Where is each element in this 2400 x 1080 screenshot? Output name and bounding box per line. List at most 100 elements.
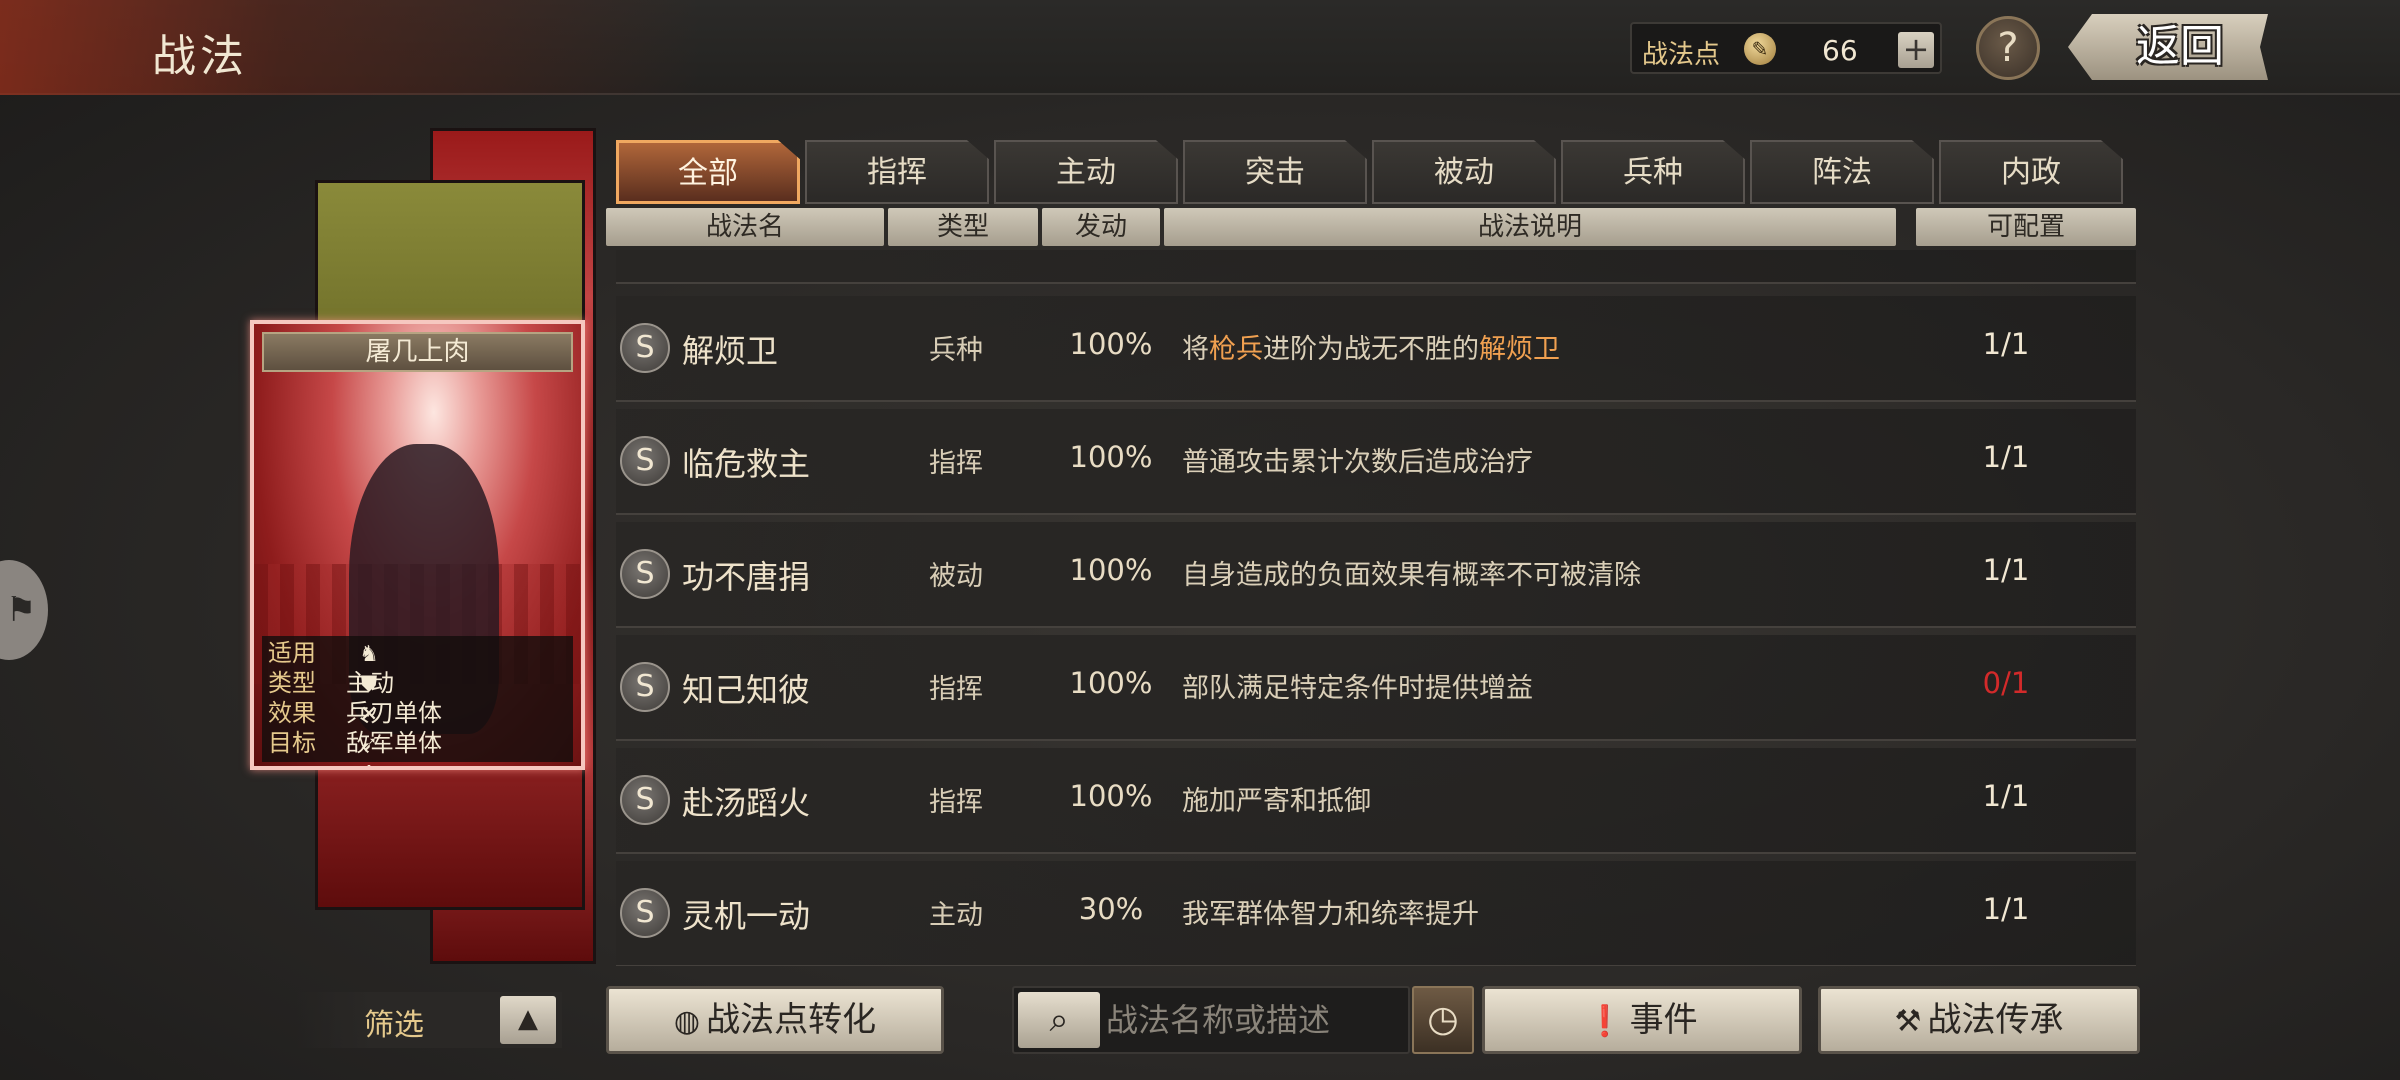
tab-all[interactable]: 全部 [616, 140, 800, 204]
info-value: 敌军单体 [346, 729, 442, 757]
skill-points-value: 66 [1822, 34, 1858, 67]
grade-badge: S [620, 549, 670, 599]
swirl-icon: ◍ [673, 1004, 701, 1039]
siege-icon: ✲ [354, 762, 384, 766]
skill-name: 功不唐捐 [682, 558, 811, 596]
column-header-rate[interactable]: 发动 [1042, 208, 1160, 246]
tab-passive[interactable]: 被动 [1372, 140, 1556, 204]
skill-rate: 100% [1069, 440, 1153, 474]
grade-badge: S [620, 775, 670, 825]
skill-name: 知己知彼 [682, 671, 811, 709]
title-glow [0, 0, 700, 95]
card-skill-name: 屠几上肉 [262, 332, 573, 372]
search-input[interactable] [1106, 992, 1406, 1048]
skill-inherit-button[interactable]: ⚒ 战法传承 [1818, 986, 2140, 1054]
card-info-effect: 效果 兵刃单体 [268, 698, 442, 728]
skill-rate: 100% [1069, 666, 1153, 700]
skill-points-label: 战法点 [1642, 40, 1721, 70]
skill-name: 灵机一动 [682, 897, 811, 935]
selected-skill-card[interactable]: 屠几上肉 适用 ♞⛊✕➶✲ 类型 主动 效果 兵刃单体 目标 敌军单体 [250, 320, 585, 770]
back-button-label[interactable]: 返回 [2120, 14, 2240, 80]
filter-toggle-button[interactable]: ▲ [500, 996, 556, 1044]
info-key: 类型 [268, 669, 316, 697]
info-key: 适用 [268, 639, 316, 667]
events-label: 事件 [1629, 1000, 1698, 1040]
history-button[interactable]: ◷ [1412, 986, 1474, 1054]
card-info-target: 目标 敌军单体 [268, 728, 442, 758]
card-info-panel: 适用 ♞⛊✕➶✲ 类型 主动 效果 兵刃单体 目标 敌军单体 [262, 636, 573, 766]
hammer-icon: ⚒ [1894, 1004, 1922, 1039]
convert-points-button[interactable]: ◍ 战法点转化 [606, 986, 944, 1054]
table-row[interactable]: S 赴汤蹈火 指挥 100% 施加严寄和抵御 1/1 [616, 748, 2136, 854]
skill-description: 部队满足特定条件时提供增益 [1182, 673, 1533, 704]
skill-name: 赴汤蹈火 [682, 784, 811, 822]
card-info-applicable: 适用 ♞⛊✕➶✲ [268, 638, 379, 766]
info-value: 主动 [346, 669, 394, 697]
skill-type: 指挥 [929, 787, 983, 818]
column-header-configurable[interactable]: 可配置 [1916, 208, 2136, 246]
skill-list[interactable]: S 解烦卫 兵种 100% 将枪兵进阶为战无不胜的解烦卫 1/1 S 临危救主 … [616, 250, 2136, 966]
page-title: 战法 [152, 31, 248, 82]
tab-active[interactable]: 主动 [994, 140, 1178, 204]
skill-description: 我军群体智力和统率提升 [1182, 899, 1479, 930]
info-value: 兵刃单体 [346, 699, 442, 727]
drawer-icon: ⚑ [6, 590, 37, 630]
skill-name: 临危救主 [682, 445, 811, 483]
skill-inherit-label: 战法传承 [1927, 1000, 2064, 1040]
info-key: 目标 [268, 729, 316, 757]
tab-formation[interactable]: 阵法 [1750, 140, 1934, 204]
table-row[interactable]: S 功不唐捐 被动 100% 自身造成的负面效果有概率不可被清除 1/1 [616, 522, 2136, 628]
grade-badge: S [620, 436, 670, 486]
tab-command[interactable]: 指挥 [805, 140, 989, 204]
desc-highlight: 枪兵 [1209, 334, 1263, 365]
skill-type: 被动 [929, 561, 983, 592]
tab-assault[interactable]: 突击 [1183, 140, 1367, 204]
skill-rate: 100% [1069, 553, 1153, 587]
skill-count: 1/1 [1982, 892, 2030, 926]
skill-description: 自身造成的负面效果有概率不可被清除 [1182, 560, 1641, 591]
column-header-description: 战法说明 [1164, 208, 1896, 246]
table-row[interactable]: S 灵机一动 主动 30% 我军群体智力和统率提升 1/1 [616, 861, 2136, 966]
skill-description: 将枪兵进阶为战无不胜的解烦卫 [1182, 327, 1560, 366]
table-row[interactable]: S 解烦卫 兵种 100% 将枪兵进阶为战无不胜的解烦卫 1/1 [616, 296, 2136, 402]
skill-type: 指挥 [929, 674, 983, 705]
skill-name: 解烦卫 [682, 332, 779, 370]
desc-highlight: 解烦卫 [1479, 334, 1560, 365]
skill-description: 普通攻击累计次数后造成治疗 [1182, 447, 1533, 478]
column-header-type[interactable]: 类型 [888, 208, 1038, 246]
grade-badge: S [620, 662, 670, 712]
events-button[interactable]: ❗ 事件 [1482, 986, 1802, 1054]
convert-points-label: 战法点转化 [706, 1000, 877, 1040]
tab-troop[interactable]: 兵种 [1561, 140, 1745, 204]
column-header-name[interactable]: 战法名 [606, 208, 884, 246]
troop-icons: ♞⛊✕➶✲ [354, 638, 394, 766]
desc-text: 将 [1182, 334, 1209, 365]
desc-text: 进阶为战无不胜的 [1263, 334, 1479, 365]
table-row[interactable]: S 临危救主 指挥 100% 普通攻击累计次数后造成治疗 1/1 [616, 409, 2136, 515]
skill-type: 主动 [929, 900, 983, 931]
table-row[interactable] [616, 250, 2136, 284]
search-icon[interactable]: ⌕ [1018, 992, 1100, 1048]
clock-icon: ◷ [1427, 999, 1459, 1040]
skill-count: 1/1 [1982, 327, 2030, 361]
skill-count: 1/1 [1982, 440, 2030, 474]
card-info-type: 类型 主动 [268, 668, 394, 698]
skill-rate: 100% [1069, 779, 1153, 813]
grade-badge: S [620, 888, 670, 938]
grade-badge: S [620, 323, 670, 373]
tab-internal-affairs[interactable]: 内政 [1939, 140, 2123, 204]
coin-icon: ✎ [1744, 33, 1776, 65]
add-points-button[interactable]: + [1898, 32, 1934, 68]
help-button[interactable]: ? [1976, 16, 2040, 80]
skill-count: 0/1 [1982, 666, 2030, 700]
skill-type: 指挥 [929, 448, 983, 479]
cavalry-icon: ♞ [359, 642, 379, 667]
top-bar [0, 0, 2400, 95]
skill-count: 1/1 [1982, 779, 2030, 813]
table-header: 战法名 类型 发动 战法说明 可配置 [606, 208, 2140, 246]
info-key: 效果 [268, 699, 316, 727]
skill-description: 施加严寄和抵御 [1182, 786, 1371, 817]
table-row[interactable]: S 知己知彼 指挥 100% 部队满足特定条件时提供增益 0/1 [616, 635, 2136, 741]
filter-label[interactable]: 筛选 [364, 1000, 424, 1044]
skill-count: 1/1 [1982, 553, 2030, 587]
